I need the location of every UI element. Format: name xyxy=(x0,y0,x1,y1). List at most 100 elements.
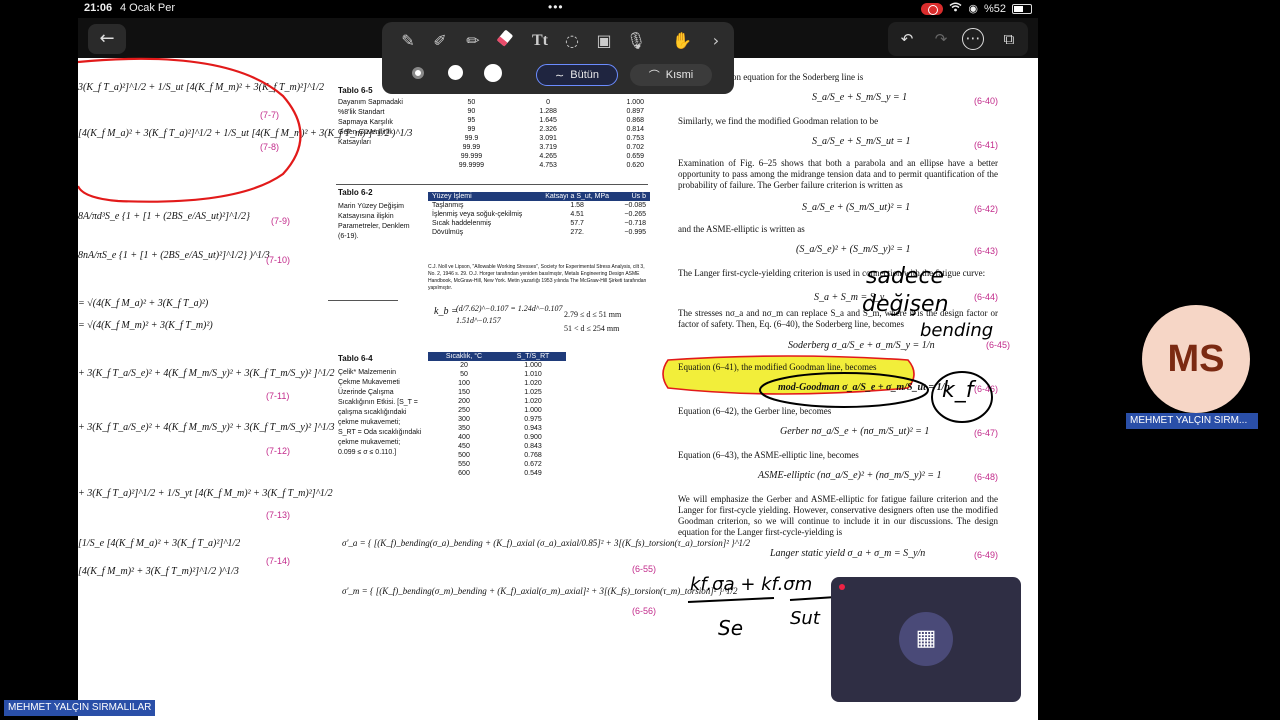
eq-7-13: + 3(K_f T_a)²]^1/2 + 1/S_yt [4(K_f M_m)²… xyxy=(78,488,333,499)
redo-icon[interactable]: ↷ xyxy=(928,26,954,52)
lasso-icon[interactable]: ◌ xyxy=(558,28,586,54)
caption-line: Gelen Güvenilirlik xyxy=(338,129,393,136)
screen-record-icon xyxy=(921,2,944,15)
eq-num-6-45: (6-45) xyxy=(986,340,1011,350)
table-row: 99.99 3.719 0.702 xyxy=(428,143,648,152)
battery-icon xyxy=(1012,3,1032,14)
table-cell: 400 xyxy=(458,434,470,441)
table-cell: 0.900 xyxy=(524,434,542,441)
handwriting-denominator: Sut xyxy=(790,608,820,629)
table-cell: 99.99 xyxy=(462,144,481,151)
highlighter-icon[interactable]: ✏ xyxy=(459,28,487,54)
table-cell: 3.091 xyxy=(539,135,557,142)
table-cell: 0 xyxy=(546,99,551,106)
table-row: 400 0.900 xyxy=(428,433,566,442)
table-cell: 350 xyxy=(458,425,470,432)
table-cell: 272. xyxy=(570,229,584,236)
eq-sigma-a: = √(4(K_f M_a)² + 3(K_f T_a)²) xyxy=(78,298,209,309)
handwriting-note: değişen xyxy=(862,292,949,317)
handwriting-kf: k_f xyxy=(942,378,974,403)
table-cell: 1.000 xyxy=(524,407,542,414)
eq-num-6-47: (6-47) xyxy=(974,428,999,438)
table-cell: 99 xyxy=(467,126,476,133)
table-row: 99.999 4.265 0.659 xyxy=(428,152,648,161)
microphone-icon[interactable]: 🎙 xyxy=(622,28,650,54)
table-cell: 4.265 xyxy=(539,153,557,160)
table-row: 450 0.843 xyxy=(428,442,566,451)
pen-icon[interactable]: ✎ xyxy=(394,28,422,54)
caption-line: Dayanım Sapmadaki xyxy=(338,99,403,106)
size-large-dot[interactable] xyxy=(484,64,502,82)
text-icon[interactable]: Tt xyxy=(526,28,554,54)
image-icon[interactable]: ▣ xyxy=(590,28,618,54)
more-icon[interactable]: ⋯ xyxy=(962,28,984,50)
caption-line: Çekme Mukavemeti xyxy=(338,379,400,386)
erase-whole-label: Bütün xyxy=(570,69,599,81)
wave-dashed-icon: ⌒ xyxy=(648,70,660,82)
floating-panel[interactable]: ▦ xyxy=(831,577,1021,702)
undo-icon[interactable]: ↶ xyxy=(894,26,920,52)
erase-whole-button[interactable]: ∼ Bütün xyxy=(536,64,618,86)
handwriting-denominator: Se xyxy=(718,616,743,640)
table-cell: 1.288 xyxy=(539,108,557,115)
caption-line: Katsayıları xyxy=(338,139,372,146)
participant-name: MEHMET YALÇIN SIRM... xyxy=(1126,413,1258,429)
table64-caption: Çelik* Malzemenin Çekme Mukavemeti Üzeri… xyxy=(338,368,421,458)
table-cell: 20 xyxy=(460,362,468,369)
table-cell: 0.702 xyxy=(626,144,644,151)
col-header: Üs b xyxy=(617,192,650,201)
table-cell: 4.753 xyxy=(539,162,557,169)
table-cell: 300 xyxy=(458,416,470,423)
pages-icon[interactable]: ⧉ xyxy=(996,26,1022,52)
back-button[interactable]: ← xyxy=(88,24,126,54)
eq-7-14b: [4(K_f M_m)² + 3(K_f T_m)²]^1/2 )^1/3 xyxy=(78,566,239,577)
table62-source: C.J. Noll ve Lipson, "Allowable Working … xyxy=(428,264,647,291)
hand-icon[interactable]: ✋ xyxy=(668,28,696,54)
table-cell: 90 xyxy=(467,108,476,115)
table-cell: 1.000 xyxy=(626,99,644,106)
marker-icon[interactable]: ✐ xyxy=(426,28,454,54)
eq-7-11: + 3(K_f T_a/S_e)² + 4(K_f M_m/S_y)² + 3(… xyxy=(78,368,335,379)
multitask-dots[interactable]: ••• xyxy=(548,0,564,14)
handwriting-note: sadece xyxy=(866,264,945,289)
table-row: 99.9999 4.753 0.620 xyxy=(428,161,648,170)
table-cell: 0.868 xyxy=(626,117,644,124)
text-line: Similarly, we find the modified Goodman … xyxy=(678,116,879,126)
col-header: Sıcaklık, °C xyxy=(428,352,500,361)
eq-sigma-m: = √(4(K_f M_m)² + 3(K_f T_m)²) xyxy=(78,320,213,331)
battery-percent: %52 xyxy=(983,2,1006,15)
annotation-toolbar: ✎ ✐ ✏ Tt ◌ ▣ 🎙 ✋ › ∼ Bütün ⌒ Kısmi xyxy=(382,22,734,94)
eq-6-46: mod-Goodman σ_a/S_e + σ_m/S_ut = 1/n xyxy=(778,382,950,393)
table-cell: 0.843 xyxy=(524,443,542,450)
size-small-dot[interactable] xyxy=(412,67,424,79)
red-ellipse-annotation xyxy=(78,57,302,203)
size-medium-dot[interactable] xyxy=(448,65,463,80)
caption-line: (6-19). xyxy=(338,233,359,240)
chevron-right-icon[interactable]: › xyxy=(702,28,730,54)
eq-6-41: S_a/S_e + S_m/S_ut = 1 xyxy=(812,136,911,147)
divider xyxy=(328,300,398,301)
document-canvas[interactable]: ← ✎ ✐ ✏ Tt ◌ ▣ 🎙 ✋ › ∼ Bütün ⌒ Kısmi ↶ ↷… xyxy=(78,18,1038,720)
status-bar: 21:06 4 Ocak Per ••• ◉ %52 xyxy=(78,0,1038,18)
eraser-icon[interactable] xyxy=(492,28,520,54)
table-cell: 1.645 xyxy=(539,117,557,124)
table-cell: 0.672 xyxy=(524,461,542,468)
table64: Sıcaklık, °C S_T/S_RT 20 1.000 50 1.010 100 1… xyxy=(428,352,566,478)
table-cell: 99.9999 xyxy=(458,162,485,169)
col-header: Yüzey İşlemi xyxy=(428,192,538,201)
eq-num-6-56: (6-56) xyxy=(632,606,657,616)
table62: Yüzey İşlemi Katsayı a S_ut, MPa Üs b Ta… xyxy=(428,192,650,237)
table-cell: 99.999 xyxy=(460,153,483,160)
handwriting-note: bending xyxy=(920,320,994,341)
table-cell: 200 xyxy=(458,398,470,405)
right-controls: ↶ ↷ ⋯ ⧉ xyxy=(888,22,1028,56)
avatar[interactable]: MS xyxy=(1142,305,1250,413)
location-icon: ◉ xyxy=(968,3,978,15)
table-cell: 0.943 xyxy=(524,425,542,432)
table-cell: −0.995 xyxy=(624,229,646,236)
calendar-icon[interactable]: ▦ xyxy=(899,612,953,666)
erase-partial-button[interactable]: ⌒ Kısmi xyxy=(630,64,712,86)
eq-6-49: Langer static yield σ_a + σ_m = S_y/n xyxy=(770,548,926,559)
table-row: 250 1.000 xyxy=(428,406,566,415)
kb-lhs: k_b = xyxy=(434,306,458,317)
